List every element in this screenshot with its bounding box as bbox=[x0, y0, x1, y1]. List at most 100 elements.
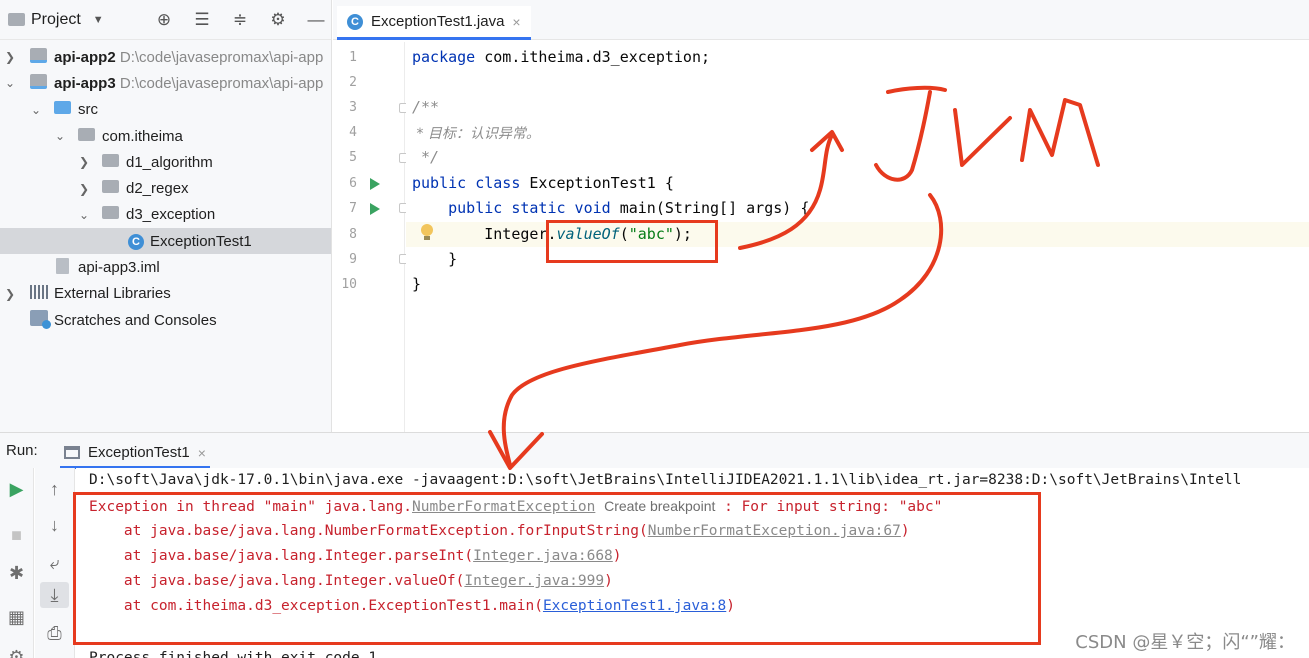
project-header: Project ▼ ⊕ ☰ ≑ ⚙ — bbox=[0, 0, 331, 40]
chevron-down-icon[interactable]: ⌄ bbox=[54, 129, 66, 143]
console-finish-line: Process finished with exit code 1 bbox=[89, 650, 378, 658]
tree-item-api-app3[interactable]: ⌄ api-app3 D:\code\javasepromax\api-app bbox=[0, 70, 331, 96]
settings-icon[interactable]: ⚙ bbox=[0, 644, 33, 658]
line-number: 4 bbox=[349, 125, 357, 140]
lightbulb-icon[interactable] bbox=[420, 224, 434, 241]
keyword: public class bbox=[412, 174, 521, 192]
line-number: 2 bbox=[349, 75, 357, 90]
code-line-1: package com.itheima.d3_exception; bbox=[412, 48, 710, 66]
package-icon bbox=[102, 180, 119, 197]
tree-item-label: api-app3.iml bbox=[78, 259, 160, 277]
expand-all-icon[interactable]: ☰ bbox=[193, 10, 211, 30]
chevron-right-icon[interactable]: ❯ bbox=[4, 50, 16, 64]
tree-item-d1-algorithm[interactable]: ❯ d1_algorithm bbox=[0, 149, 331, 175]
project-view-selector[interactable]: Project ▼ bbox=[8, 11, 104, 29]
editor-tab-bar: C ExceptionTest1.java × bbox=[333, 0, 1309, 40]
keyword: package bbox=[412, 48, 476, 66]
code-line-9: } bbox=[412, 250, 458, 268]
tree-item-label: Scratches and Consoles bbox=[54, 311, 217, 329]
tree-item-exceptiontest1[interactable]: C ExceptionTest1 bbox=[0, 228, 331, 255]
layout-icon[interactable]: ▦ bbox=[0, 604, 33, 630]
project-header-toolbar: ⊕ ☰ ≑ ⚙ — bbox=[155, 0, 325, 40]
down-arrow-icon[interactable]: ↓ bbox=[35, 512, 74, 538]
tree-item-api-app2[interactable]: ❯ api-app2 D:\code\javasepromax\api-app bbox=[0, 44, 331, 70]
run-method-icon[interactable] bbox=[370, 203, 380, 215]
chevron-right-icon[interactable]: ❯ bbox=[78, 182, 90, 196]
tree-item-label: com.itheima bbox=[102, 127, 183, 145]
module-icon bbox=[30, 73, 47, 93]
tree-item-label: External Libraries bbox=[54, 285, 171, 303]
stop-icon[interactable]: ■ bbox=[0, 522, 33, 548]
run-tab-exceptiontest1[interactable]: ExceptionTest1 × bbox=[60, 439, 210, 469]
tree-item-label: d2_regex bbox=[126, 180, 189, 198]
watermark: CSDN @星￥空；闪“”耀： bbox=[1075, 632, 1295, 653]
chevron-down-icon[interactable]: ⌄ bbox=[78, 208, 90, 222]
library-icon bbox=[30, 284, 48, 303]
print-icon[interactable]: ⎙ bbox=[35, 620, 74, 646]
run-tab-label: ExceptionTest1 bbox=[88, 444, 190, 461]
close-icon[interactable]: × bbox=[512, 14, 520, 30]
tree-item-label: api-app2 bbox=[54, 48, 116, 66]
code-line-10: } bbox=[412, 275, 422, 293]
tree-item-d3-exception[interactable]: ⌄ d3_exception bbox=[0, 202, 331, 228]
line-number: 6 bbox=[349, 176, 357, 191]
restore-layout-icon[interactable]: ✱ bbox=[0, 560, 33, 586]
chevron-right-icon[interactable]: ❯ bbox=[4, 287, 16, 301]
java-class-icon: C bbox=[347, 13, 363, 30]
code-text: main(String[] args) { bbox=[610, 199, 810, 217]
highlight-box-exception bbox=[73, 492, 1041, 645]
package-icon bbox=[78, 127, 95, 145]
code-line-4: * 目标：认识异常。 bbox=[412, 126, 540, 142]
line-number: 7 bbox=[349, 201, 357, 216]
rerun-icon[interactable]: ▶ bbox=[0, 476, 33, 502]
chevron-down-icon[interactable]: ⌄ bbox=[30, 103, 42, 117]
locate-icon[interactable]: ⊕ bbox=[155, 10, 173, 30]
line-number: 3 bbox=[349, 100, 357, 115]
tree-item-label: src bbox=[78, 101, 98, 119]
code-text: com.itheima.d3_exception; bbox=[475, 48, 711, 66]
code-editor[interactable]: package com.itheima.d3_exception; /** * … bbox=[406, 42, 1309, 432]
hide-icon[interactable]: — bbox=[307, 10, 325, 30]
line-number: 10 bbox=[341, 277, 357, 292]
tree-item-label: api-app3 bbox=[54, 74, 116, 92]
gear-icon[interactable]: ⚙ bbox=[269, 10, 287, 30]
java-class-icon: C bbox=[128, 232, 144, 251]
highlight-box-valueof bbox=[546, 220, 718, 263]
close-icon[interactable]: × bbox=[198, 445, 206, 461]
project-folder-icon bbox=[8, 13, 25, 26]
scroll-to-end-icon[interactable]: ⤓ bbox=[40, 582, 69, 608]
console-window-icon bbox=[64, 446, 80, 459]
console-command-line: D:\soft\Java\jdk-17.0.1\bin\java.exe -ja… bbox=[89, 472, 1242, 488]
run-toolbar-secondary: ↑ ↓ ⤶ ⤓ ⎙ bbox=[35, 468, 75, 658]
tree-item-label: d1_algorithm bbox=[126, 153, 213, 171]
up-arrow-icon[interactable]: ↑ bbox=[35, 476, 74, 502]
editor-tab-label: ExceptionTest1.java bbox=[371, 13, 505, 30]
chevron-right-icon[interactable]: ❯ bbox=[78, 155, 90, 169]
module-path: D:\code\javasepromax\api-app bbox=[119, 74, 324, 92]
tree-item-d2-regex[interactable]: ❯ d2_regex bbox=[0, 175, 331, 201]
editor-tab-exceptiontest1[interactable]: C ExceptionTest1.java × bbox=[337, 6, 531, 40]
tree-item-src[interactable]: ⌄ src bbox=[0, 97, 331, 123]
tree-item-external-libraries[interactable]: ❯ External Libraries bbox=[0, 281, 331, 307]
tree-item-scratches[interactable]: Scratches and Consoles bbox=[0, 307, 331, 333]
run-class-icon[interactable] bbox=[370, 178, 380, 190]
package-icon bbox=[102, 153, 119, 171]
code-line-3: /** bbox=[412, 98, 440, 116]
chevron-down-icon[interactable]: ⌄ bbox=[4, 76, 16, 90]
tree-item-label: ExceptionTest1 bbox=[150, 232, 252, 250]
code-text: ExceptionTest1 { bbox=[520, 174, 674, 192]
module-icon bbox=[30, 47, 47, 67]
tree-item-com-itheima[interactable]: ⌄ com.itheima bbox=[0, 123, 331, 149]
tree-item-iml[interactable]: api-app3.iml bbox=[0, 254, 331, 280]
project-tool-window: Project ▼ ⊕ ☰ ≑ ⚙ — ❯ api-app2 D:\code\j… bbox=[0, 0, 332, 432]
chevron-down-icon[interactable]: ▼ bbox=[93, 14, 104, 26]
scratches-icon bbox=[30, 310, 51, 330]
code-line-6: public class ExceptionTest1 { bbox=[412, 174, 674, 192]
module-path: D:\code\javasepromax\api-app bbox=[119, 48, 324, 66]
collapse-all-icon[interactable]: ≑ bbox=[231, 10, 249, 30]
project-tree: ❯ api-app2 D:\code\javasepromax\api-app … bbox=[0, 44, 331, 333]
soft-wrap-icon[interactable]: ⤶ bbox=[35, 550, 74, 576]
editor-gutter: 1 2 3 4 5 6 7 8 9 10 bbox=[333, 42, 409, 432]
iml-file-icon bbox=[56, 257, 69, 278]
